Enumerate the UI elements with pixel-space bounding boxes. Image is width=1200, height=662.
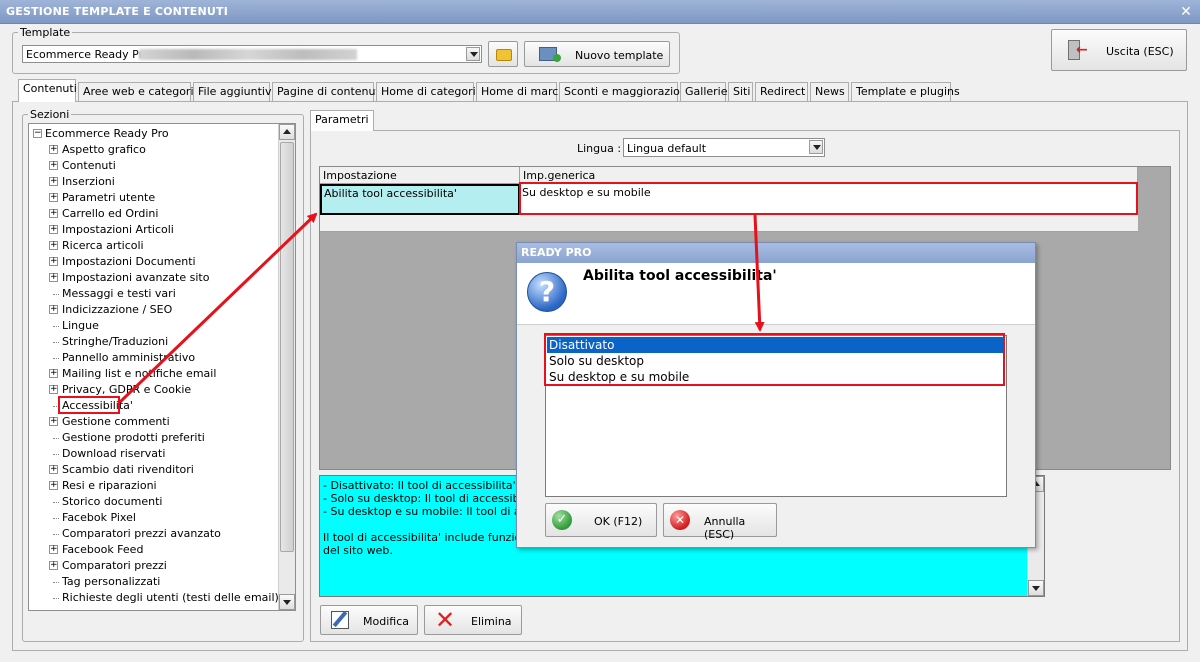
annotation-arrows (118, 212, 765, 404)
arrow-to-options (753, 214, 765, 332)
tab-parametri[interactable]: Parametri (310, 110, 374, 131)
tab-parametri-label: Parametri (315, 113, 369, 126)
arrow-to-setting (118, 212, 318, 404)
tab-contenuti[interactable]: Contenuti (18, 79, 77, 102)
